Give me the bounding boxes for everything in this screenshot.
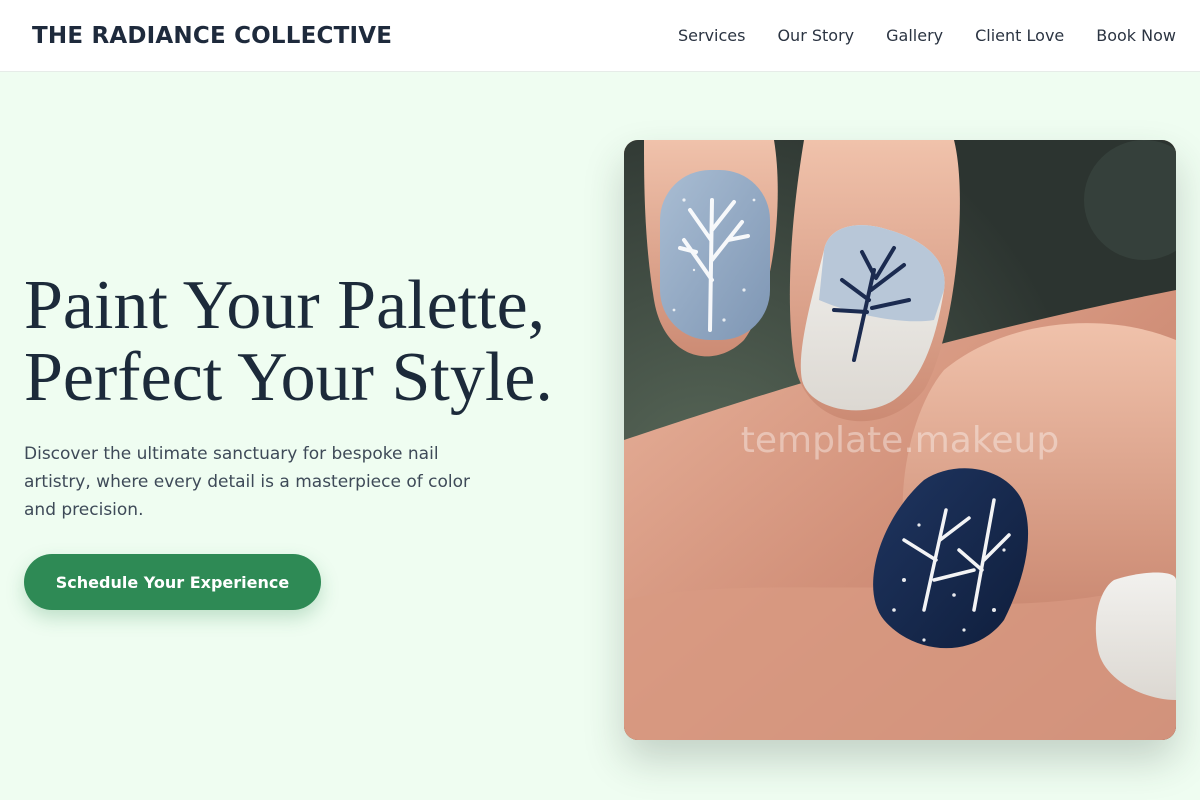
- nav-link-gallery[interactable]: Gallery: [886, 26, 943, 45]
- nav-link-client-love[interactable]: Client Love: [975, 26, 1064, 45]
- nav-link-services[interactable]: Services: [678, 26, 745, 45]
- site-header: THE RADIANCE COLLECTIVE Services Our Sto…: [0, 0, 1200, 72]
- hero-image: template.makeup: [624, 140, 1176, 740]
- nav-link-book-now[interactable]: Book Now: [1096, 26, 1176, 45]
- main-nav: Services Our Story Gallery Client Love B…: [646, 26, 1176, 45]
- watermark-text: template.makeup: [740, 420, 1060, 461]
- nav-link-our-story[interactable]: Our Story: [777, 26, 854, 45]
- hero-description: Discover the ultimate sanctuary for besp…: [24, 444, 470, 520]
- schedule-experience-button[interactable]: Schedule Your Experience: [24, 554, 321, 610]
- brand-logo[interactable]: THE RADIANCE COLLECTIVE: [32, 23, 392, 49]
- hero-copy: Paint Your Palette, Perfect Your Style. …: [24, 270, 604, 524]
- headline-line-1: Paint Your Palette,: [24, 267, 546, 344]
- hero-headline: Paint Your Palette, Perfect Your Style.: [24, 270, 604, 414]
- headline-line-2: Perfect Your Style.: [24, 339, 553, 416]
